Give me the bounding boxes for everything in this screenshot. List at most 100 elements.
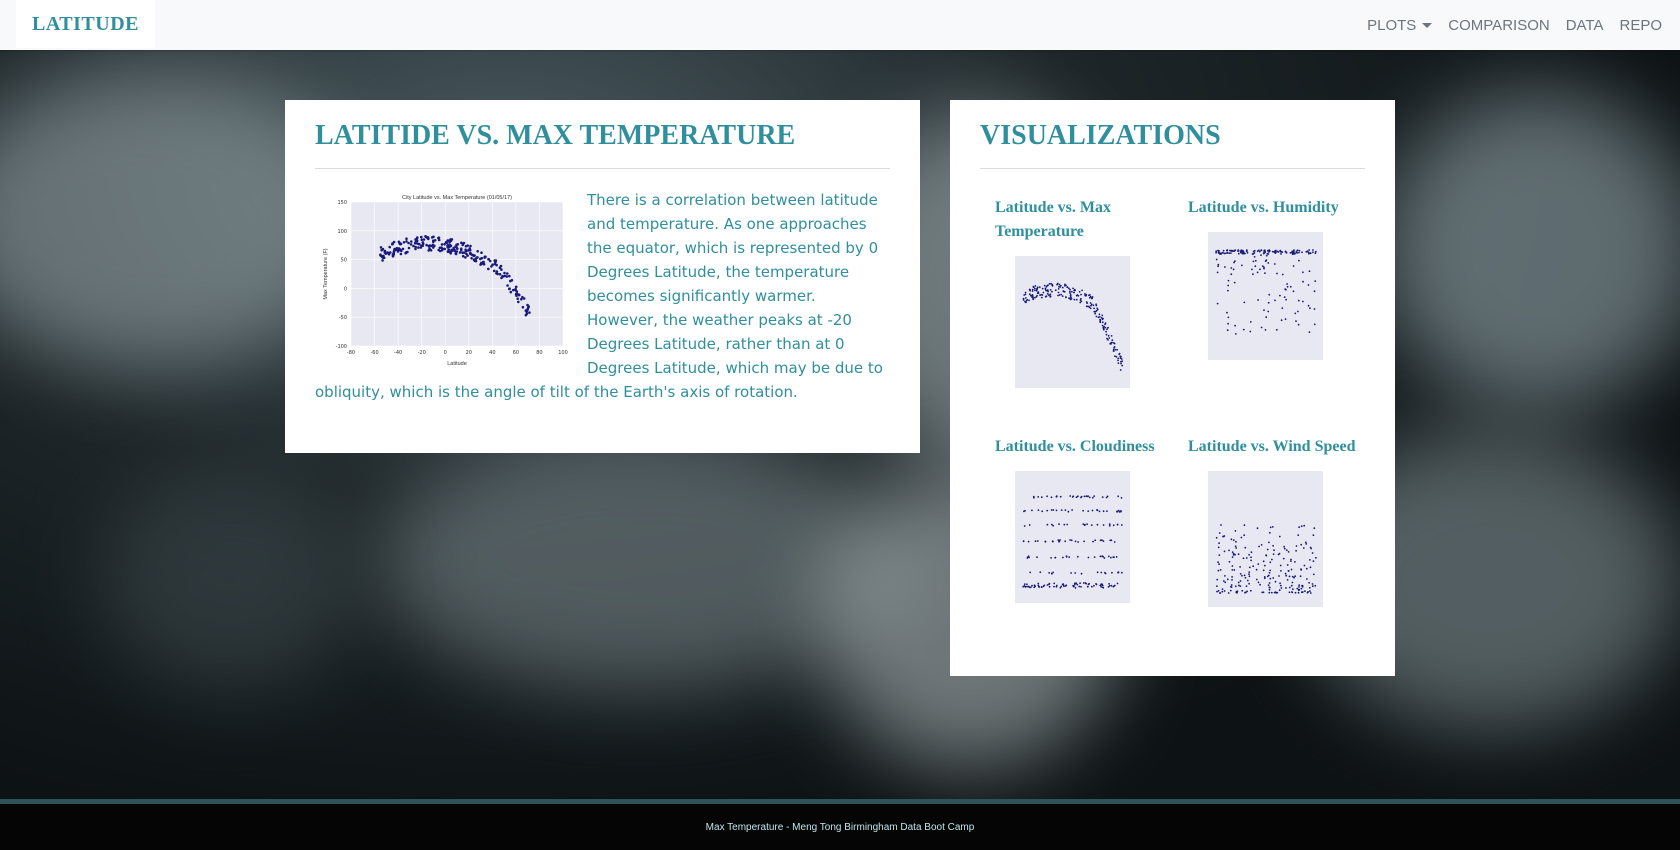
thumbnail-point [1300,543,1303,546]
thumbnail-point [1086,302,1089,304]
scatter-point [437,248,440,252]
thumbnail-point [1273,549,1275,552]
nav-plots-dropdown[interactable]: PLOTS [1359,17,1440,34]
thumbnail-point [1226,578,1229,581]
brand-link[interactable]: LATITUDE [16,0,155,48]
thumbnail-point [1257,581,1260,584]
thumbnail-point [1303,564,1306,567]
thumbnail-point [1308,249,1311,251]
scatter-point [438,246,442,250]
scatter-point [465,252,468,256]
thumbnail-point [1103,328,1105,330]
thumbnail-point [1049,296,1052,298]
x-tick-label: 20 [466,350,472,356]
x-tick-label: -80 [347,350,355,356]
thumbnail-point [1082,582,1085,584]
thumbnail-point [1293,252,1296,255]
thumbnail-point [1074,572,1077,574]
scatter-point [422,238,426,241]
page-title: LATITIDE VS. MAX TEMPERATURE [315,120,796,151]
nav-repo-link[interactable]: REPO [1611,17,1670,34]
thumbnail-point [1120,358,1123,360]
thumbnail-point [1029,289,1031,292]
thumbnail-point [1217,546,1220,549]
thumbnail-point [1032,495,1035,498]
thumbnail-point [1230,273,1233,276]
thumbnail-point [1040,586,1043,588]
scatter-point [444,241,448,244]
thumbnail-point [1292,290,1295,293]
cloudiness-thumbnail[interactable] [995,465,1135,615]
title-divider [315,168,890,169]
thumbnail-point [1233,569,1236,571]
thumbnail-point [1073,298,1076,301]
scatter-point [437,238,441,242]
nav-data-link[interactable]: DATA [1558,17,1612,34]
thumbnail-point [1083,540,1085,543]
thumbnail-point [1312,573,1315,576]
thumbnail-point [1045,295,1048,297]
thumbnail-point [1031,584,1033,587]
thumbnail-point [1042,585,1045,588]
scatter-point [450,248,453,252]
scatter-point [516,297,519,300]
thumbnail-point [1309,307,1311,310]
thumbnail-point [1219,569,1222,571]
thumb-max-temperature[interactable]: Latitude vs. Max Temperature [995,196,1180,400]
thumbnail-point [1022,299,1025,301]
nav-comparison-link[interactable]: COMPARISON [1440,17,1557,34]
scatter-point [468,247,471,250]
thumbnail-point [1114,348,1117,351]
thumbnail-point [1048,583,1050,586]
thumbnail-point [1278,535,1281,538]
thumbnail-point [1295,545,1298,547]
thumbnail-point [1081,289,1083,292]
max-temperature-thumbnail[interactable] [995,250,1135,400]
thumbnail-point [1117,571,1119,574]
thumb-wind-speed[interactable]: Latitude vs. Wind Speed [1188,435,1373,615]
thumbnail-point [1096,307,1099,310]
thumbnail-point [1093,307,1095,310]
scatter-point [443,247,446,251]
thumbnail-point [1087,556,1090,559]
humidity-thumbnail[interactable] [1188,226,1328,376]
thumbnail-point [1064,283,1066,286]
wind-speed-thumbnail[interactable] [1188,465,1328,615]
thumbnail-point [1274,299,1276,302]
thumb-cloudiness[interactable]: Latitude vs. Cloudiness [995,435,1180,615]
thumb-humidity[interactable]: Latitude vs. Humidity [1188,196,1373,376]
thumb-max-temperature-label: Latitude vs. Max Temperature [995,199,1111,240]
thumbnail-point [1290,558,1292,561]
thumbnail-point [1280,587,1283,589]
scatter-point [432,235,435,239]
scatter-point [514,285,518,289]
scatter-point [492,269,496,273]
thumbnail-point [1089,302,1092,304]
thumbnail-point [1216,302,1219,305]
thumbnail-point [1050,496,1053,499]
thumbnail-point [1273,591,1276,594]
thumbnail-point [1088,496,1091,499]
thumbnail-point [1075,294,1078,297]
plot-xlabel: Latitude [447,361,467,367]
thumbnail-point [1234,260,1236,263]
scatter-point [399,252,403,256]
thumbnail-point [1065,555,1068,558]
thumbnail-point [1039,294,1041,297]
x-tick-label: -20 [418,350,426,356]
thumbnail-point [1217,561,1219,564]
thumbnail-point [1251,268,1253,271]
plot-ylabel: Max Temperature (F) [323,248,329,299]
x-tick-label: -40 [394,350,402,356]
scatter-point [387,253,391,256]
thumbnail-point [1217,589,1220,592]
thumbnail-point [1226,329,1229,332]
thumbnail-point [1039,571,1042,574]
thumbnail-point [1218,554,1221,556]
scatter-point [405,237,408,240]
thumbnail-point [1255,578,1258,581]
thumbnail-point [1227,289,1229,292]
thumbnail-point [1224,252,1226,255]
plot-area [351,202,563,346]
scatter-point [479,263,482,266]
